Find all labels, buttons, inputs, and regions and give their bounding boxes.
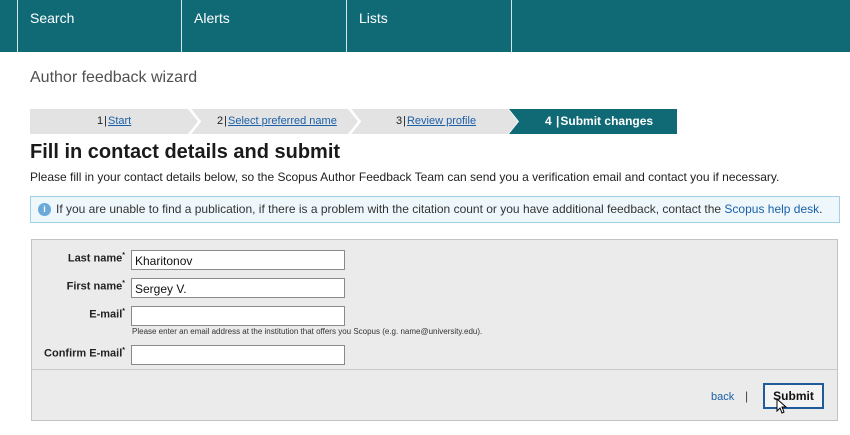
nav-alerts-label: Alerts <box>194 10 230 26</box>
nav-lists-label: Lists <box>359 10 388 26</box>
wizard-title: Author feedback wizard <box>30 69 198 86</box>
confirm-email-field[interactable] <box>131 345 345 365</box>
step-number: 1 <box>97 115 104 127</box>
page-description: Please fill in your contact details belo… <box>30 170 780 184</box>
step-number: 3 <box>396 115 403 127</box>
step-select-name[interactable]: 2|Select preferred name <box>190 109 358 134</box>
step-review-profile-link[interactable]: Review profile <box>407 115 476 127</box>
info-text: If you are unable to find a publication,… <box>56 202 725 216</box>
submit-button[interactable]: Submit <box>763 383 824 409</box>
nav-lists[interactable]: Lists <box>346 0 512 52</box>
first-name-label: First name* <box>66 280 125 293</box>
mouse-pointer-icon <box>776 398 788 414</box>
step-submit-changes-label: Submit changes <box>560 114 654 128</box>
wizard-steps: 1|Start 2|Select preferred name 3|Review… <box>30 109 677 134</box>
contact-form: Last name* First name* E-mail* Please en… <box>31 239 838 421</box>
last-name-field[interactable] <box>131 250 345 270</box>
form-footer: back | Submit <box>32 369 837 420</box>
step-start-link[interactable]: Start <box>108 115 131 127</box>
info-icon: i <box>38 203 51 216</box>
help-desk-link[interactable]: Scopus help desk <box>724 202 819 216</box>
nav-alerts[interactable]: Alerts <box>181 0 346 52</box>
top-nav: Search Alerts Lists <box>0 0 850 52</box>
step-number: 2 <box>217 115 224 127</box>
step-submit-changes: 4 |Submit changes <box>509 109 677 134</box>
info-notice: i If you are unable to find a publicatio… <box>30 196 840 223</box>
step-select-name-link[interactable]: Select preferred name <box>228 115 337 127</box>
nav-search-label: Search <box>30 10 75 26</box>
page-title: Fill in contact details and submit <box>30 141 341 163</box>
email-hint: Please enter an email address at the ins… <box>132 327 483 336</box>
footer-divider: | <box>745 389 749 403</box>
email-field[interactable] <box>131 306 345 326</box>
last-name-label: Last name* <box>67 252 125 265</box>
confirm-email-label: Confirm E-mail* <box>44 347 125 360</box>
step-number: 4 <box>545 114 552 128</box>
first-name-field[interactable] <box>131 278 345 298</box>
step-start[interactable]: 1|Start <box>30 109 198 134</box>
step-review-profile[interactable]: 3|Review profile <box>350 109 518 134</box>
nav-search[interactable]: Search <box>17 0 181 52</box>
email-label: E-mail* <box>89 308 125 321</box>
back-link[interactable]: back <box>711 391 734 403</box>
info-suffix: . <box>819 202 823 216</box>
